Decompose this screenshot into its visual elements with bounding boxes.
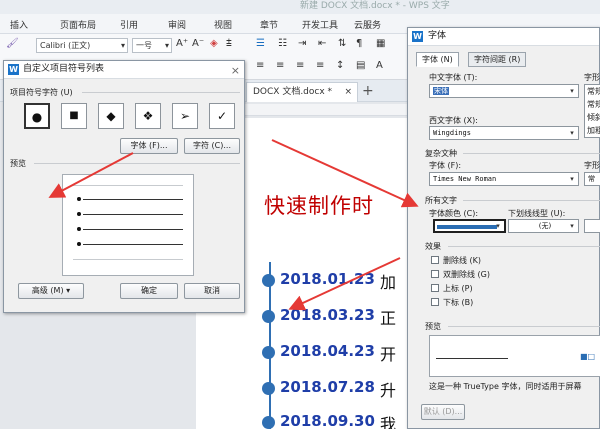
arrow-to-font-button — [48, 152, 134, 198]
annotation-arrows — [48, 139, 419, 311]
arrow-to-font-color — [271, 139, 419, 208]
arrow-to-timeline — [288, 257, 401, 311]
